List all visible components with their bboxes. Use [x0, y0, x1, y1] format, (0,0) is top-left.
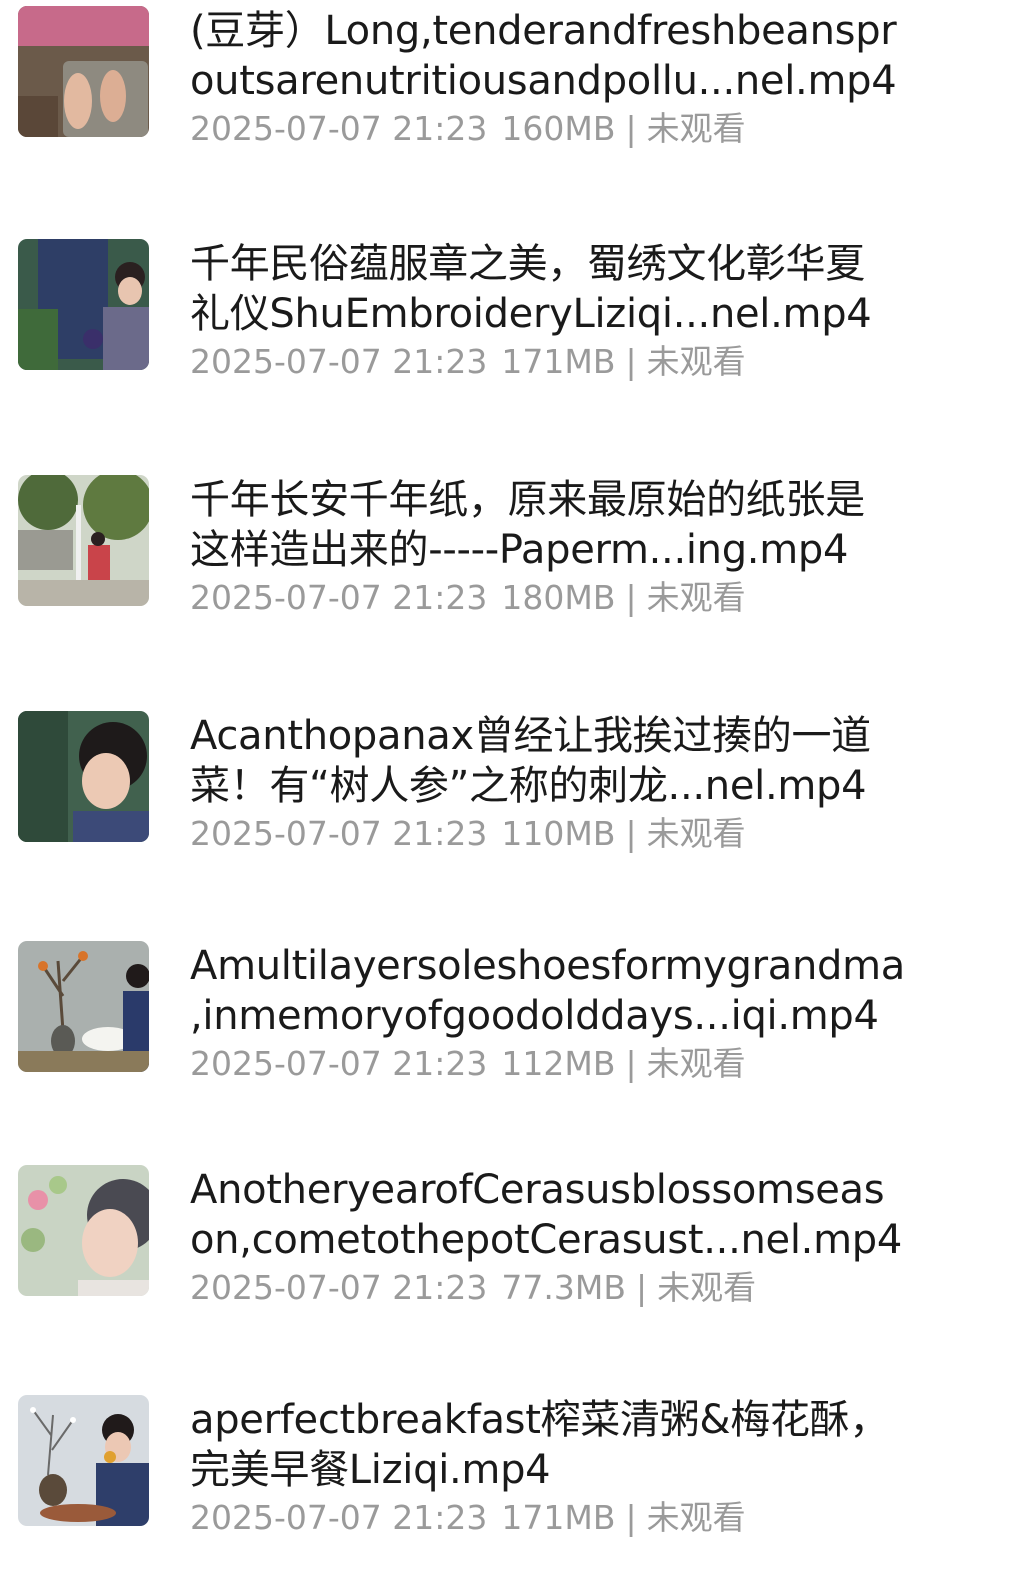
video-thumbnail[interactable] — [18, 6, 149, 137]
file-size: 160MB — [501, 109, 616, 148]
file-date: 2025-07-07 21:23 — [190, 1498, 488, 1537]
file-size: 110MB — [501, 814, 616, 853]
file-date: 2025-07-07 21:23 — [190, 1268, 488, 1307]
file-title-line: Acanthopanax曾经让我挨过揍的一道 — [190, 713, 871, 759]
file-title: aperfectbreakfast榨菜清粥&梅花酥， 完美早餐Liziqi.mp… — [190, 1395, 950, 1495]
thumbnail-image — [18, 1165, 149, 1296]
video-thumbnail[interactable] — [18, 1165, 149, 1296]
meta-divider: | — [625, 342, 637, 381]
file-title: AnotheryearofCerasusblossomseas on,comet… — [190, 1165, 950, 1265]
meta-divider: | — [625, 1044, 637, 1083]
file-meta: 2025-07-07 21:23 171MB | 未观看 — [190, 1497, 950, 1539]
thumbnail-image — [18, 1395, 149, 1526]
file-meta: 2025-07-07 21:23 180MB | 未观看 — [190, 577, 950, 619]
watch-status: 未观看 — [646, 342, 746, 381]
file-size: 77.3MB — [501, 1268, 626, 1307]
meta-divider: | — [625, 1498, 637, 1537]
thumbnail-image — [18, 475, 149, 606]
video-thumbnail[interactable] — [18, 711, 149, 842]
file-title: Acanthopanax曾经让我挨过揍的一道 菜！有“树人参”之称的刺龙...n… — [190, 711, 950, 811]
file-date: 2025-07-07 21:23 — [190, 1044, 488, 1083]
meta-divider: | — [625, 109, 637, 148]
file-title-line: Amultilayersoleshoesformygrandma — [190, 943, 905, 989]
watch-status: 未观看 — [646, 578, 746, 617]
video-thumbnail[interactable] — [18, 941, 149, 1072]
meta-divider: | — [625, 814, 637, 853]
file-meta: 2025-07-07 21:23 171MB | 未观看 — [190, 341, 950, 383]
file-title-line: aperfectbreakfast榨菜清粥&梅花酥， — [190, 1397, 890, 1443]
file-date: 2025-07-07 21:23 — [190, 109, 488, 148]
file-size: 171MB — [501, 342, 616, 381]
video-thumbnail[interactable] — [18, 1395, 149, 1526]
file-size: 180MB — [501, 578, 616, 617]
video-thumbnail[interactable] — [18, 475, 149, 606]
file-title-line: 礼仪ShuEmbroideryLiziqi...nel.mp4 — [190, 291, 872, 337]
file-title-line: AnotheryearofCerasusblossomseas — [190, 1167, 885, 1213]
file-size: 171MB — [501, 1498, 616, 1537]
watch-status: 未观看 — [646, 1498, 746, 1537]
file-title-line: outsarenutritiousandpollu...nel.mp4 — [190, 58, 897, 104]
file-title: Amultilayersoleshoesformygrandma ,inmemo… — [190, 941, 950, 1041]
file-title-line: 这样造出来的-----Paperm...ing.mp4 — [190, 527, 849, 573]
file-meta: 2025-07-07 21:23 77.3MB | 未观看 — [190, 1267, 950, 1309]
thumbnail-image — [18, 6, 149, 137]
file-title: (豆芽）Long,tenderandfreshbeanspr outsarenu… — [190, 6, 950, 106]
file-meta: 2025-07-07 21:23 160MB | 未观看 — [190, 108, 950, 150]
video-thumbnail[interactable] — [18, 239, 149, 370]
thumbnail-image — [18, 239, 149, 370]
file-title: 千年长安千年纸，原来最原始的纸张是 这样造出来的-----Paperm...in… — [190, 475, 950, 575]
file-title-line: 菜！有“树人参”之称的刺龙...nel.mp4 — [190, 763, 867, 809]
file-date: 2025-07-07 21:23 — [190, 578, 488, 617]
file-title-line: ,inmemoryofgoodolddays...iqi.mp4 — [190, 993, 879, 1039]
file-date: 2025-07-07 21:23 — [190, 342, 488, 381]
file-title-line: 千年民俗蕴服章之美，蜀绣文化彰华夏 — [190, 241, 865, 287]
meta-divider: | — [635, 1268, 648, 1307]
thumbnail-image — [18, 941, 149, 1072]
watch-status: 未观看 — [646, 814, 746, 853]
file-title-line: (豆芽）Long,tenderandfreshbeanspr — [190, 8, 897, 54]
file-size: 112MB — [501, 1044, 616, 1083]
file-title-line: on,cometothepotCerasust...nel.mp4 — [190, 1217, 902, 1263]
file-meta: 2025-07-07 21:23 112MB | 未观看 — [190, 1043, 950, 1085]
thumbnail-image — [18, 711, 149, 842]
file-title-line: 千年长安千年纸，原来最原始的纸张是 — [190, 477, 865, 523]
file-date: 2025-07-07 21:23 — [190, 814, 488, 853]
watch-status: 未观看 — [657, 1268, 757, 1307]
file-title: 千年民俗蕴服章之美，蜀绣文化彰华夏 礼仪ShuEmbroideryLiziqi.… — [190, 239, 950, 339]
watch-status: 未观看 — [646, 109, 746, 148]
meta-divider: | — [625, 578, 637, 617]
file-meta: 2025-07-07 21:23 110MB | 未观看 — [190, 813, 950, 855]
file-title-line: 完美早餐Liziqi.mp4 — [190, 1447, 551, 1493]
watch-status: 未观看 — [646, 1044, 746, 1083]
